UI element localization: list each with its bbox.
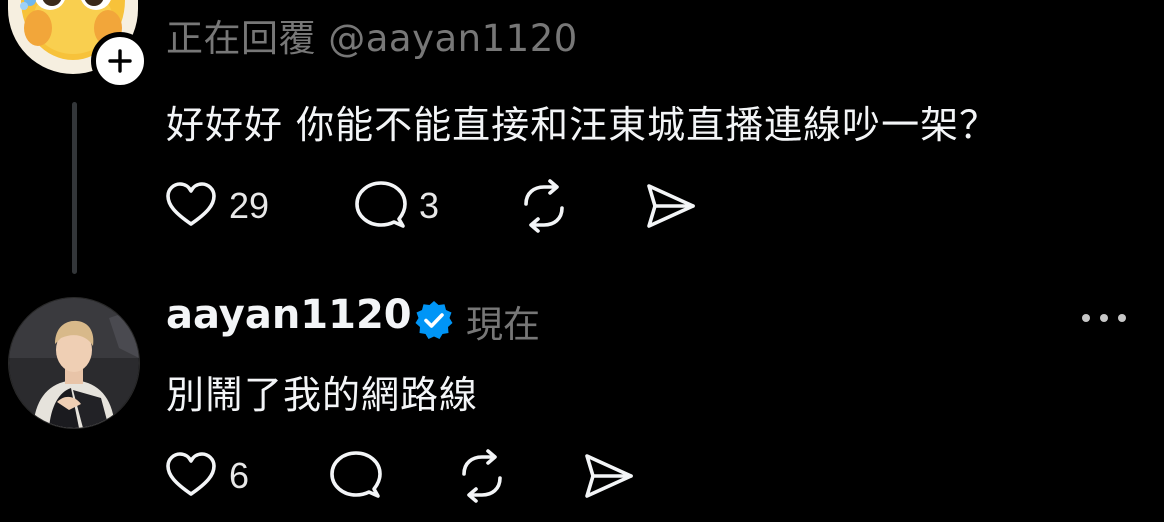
repost-button[interactable] <box>516 178 572 234</box>
timestamp: 現在 <box>466 303 540 346</box>
speech-bubble-icon <box>330 451 382 498</box>
send-icon <box>647 184 695 228</box>
follow-button[interactable] <box>91 32 149 90</box>
like-count: 29 <box>229 185 270 226</box>
repost-icon <box>462 449 502 503</box>
verified-badge-icon <box>415 301 453 339</box>
heart-icon <box>166 452 216 496</box>
send-icon <box>585 454 633 498</box>
avatar[interactable] <box>8 297 140 429</box>
repost-button[interactable] <box>454 448 510 504</box>
post: aayan1120 現在 別鬧了我的網路線 6 <box>0 280 1164 522</box>
share-button[interactable] <box>643 178 699 234</box>
repost-icon <box>524 179 564 233</box>
reply-post: 正在回覆 @aayan1120 好好好 你能不能直接和汪東城直播連線吵一架？ 2… <box>0 0 1164 280</box>
comment-button[interactable] <box>328 448 384 504</box>
thread-line <box>72 102 77 274</box>
post-text: 別鬧了我的網路線 <box>166 373 479 417</box>
like-button[interactable]: 6 <box>163 448 249 504</box>
post-text: 好好好 你能不能直接和汪東城直播連線吵一架？ <box>166 103 999 147</box>
comment-button[interactable]: 3 <box>353 178 439 234</box>
reply-to-label[interactable]: 正在回覆 @aayan1120 <box>166 8 578 62</box>
more-options-button[interactable] <box>1074 300 1134 336</box>
speech-bubble-icon <box>355 181 407 228</box>
profile-photo-icon <box>9 298 139 428</box>
ellipsis-icon <box>1082 314 1126 322</box>
like-count: 6 <box>229 455 250 496</box>
like-button[interactable]: 29 <box>163 178 269 234</box>
plus-icon <box>108 49 132 73</box>
share-button[interactable] <box>581 448 637 504</box>
heart-icon <box>166 182 216 226</box>
username[interactable]: aayan1120 <box>166 292 412 338</box>
comment-count: 3 <box>419 185 440 226</box>
